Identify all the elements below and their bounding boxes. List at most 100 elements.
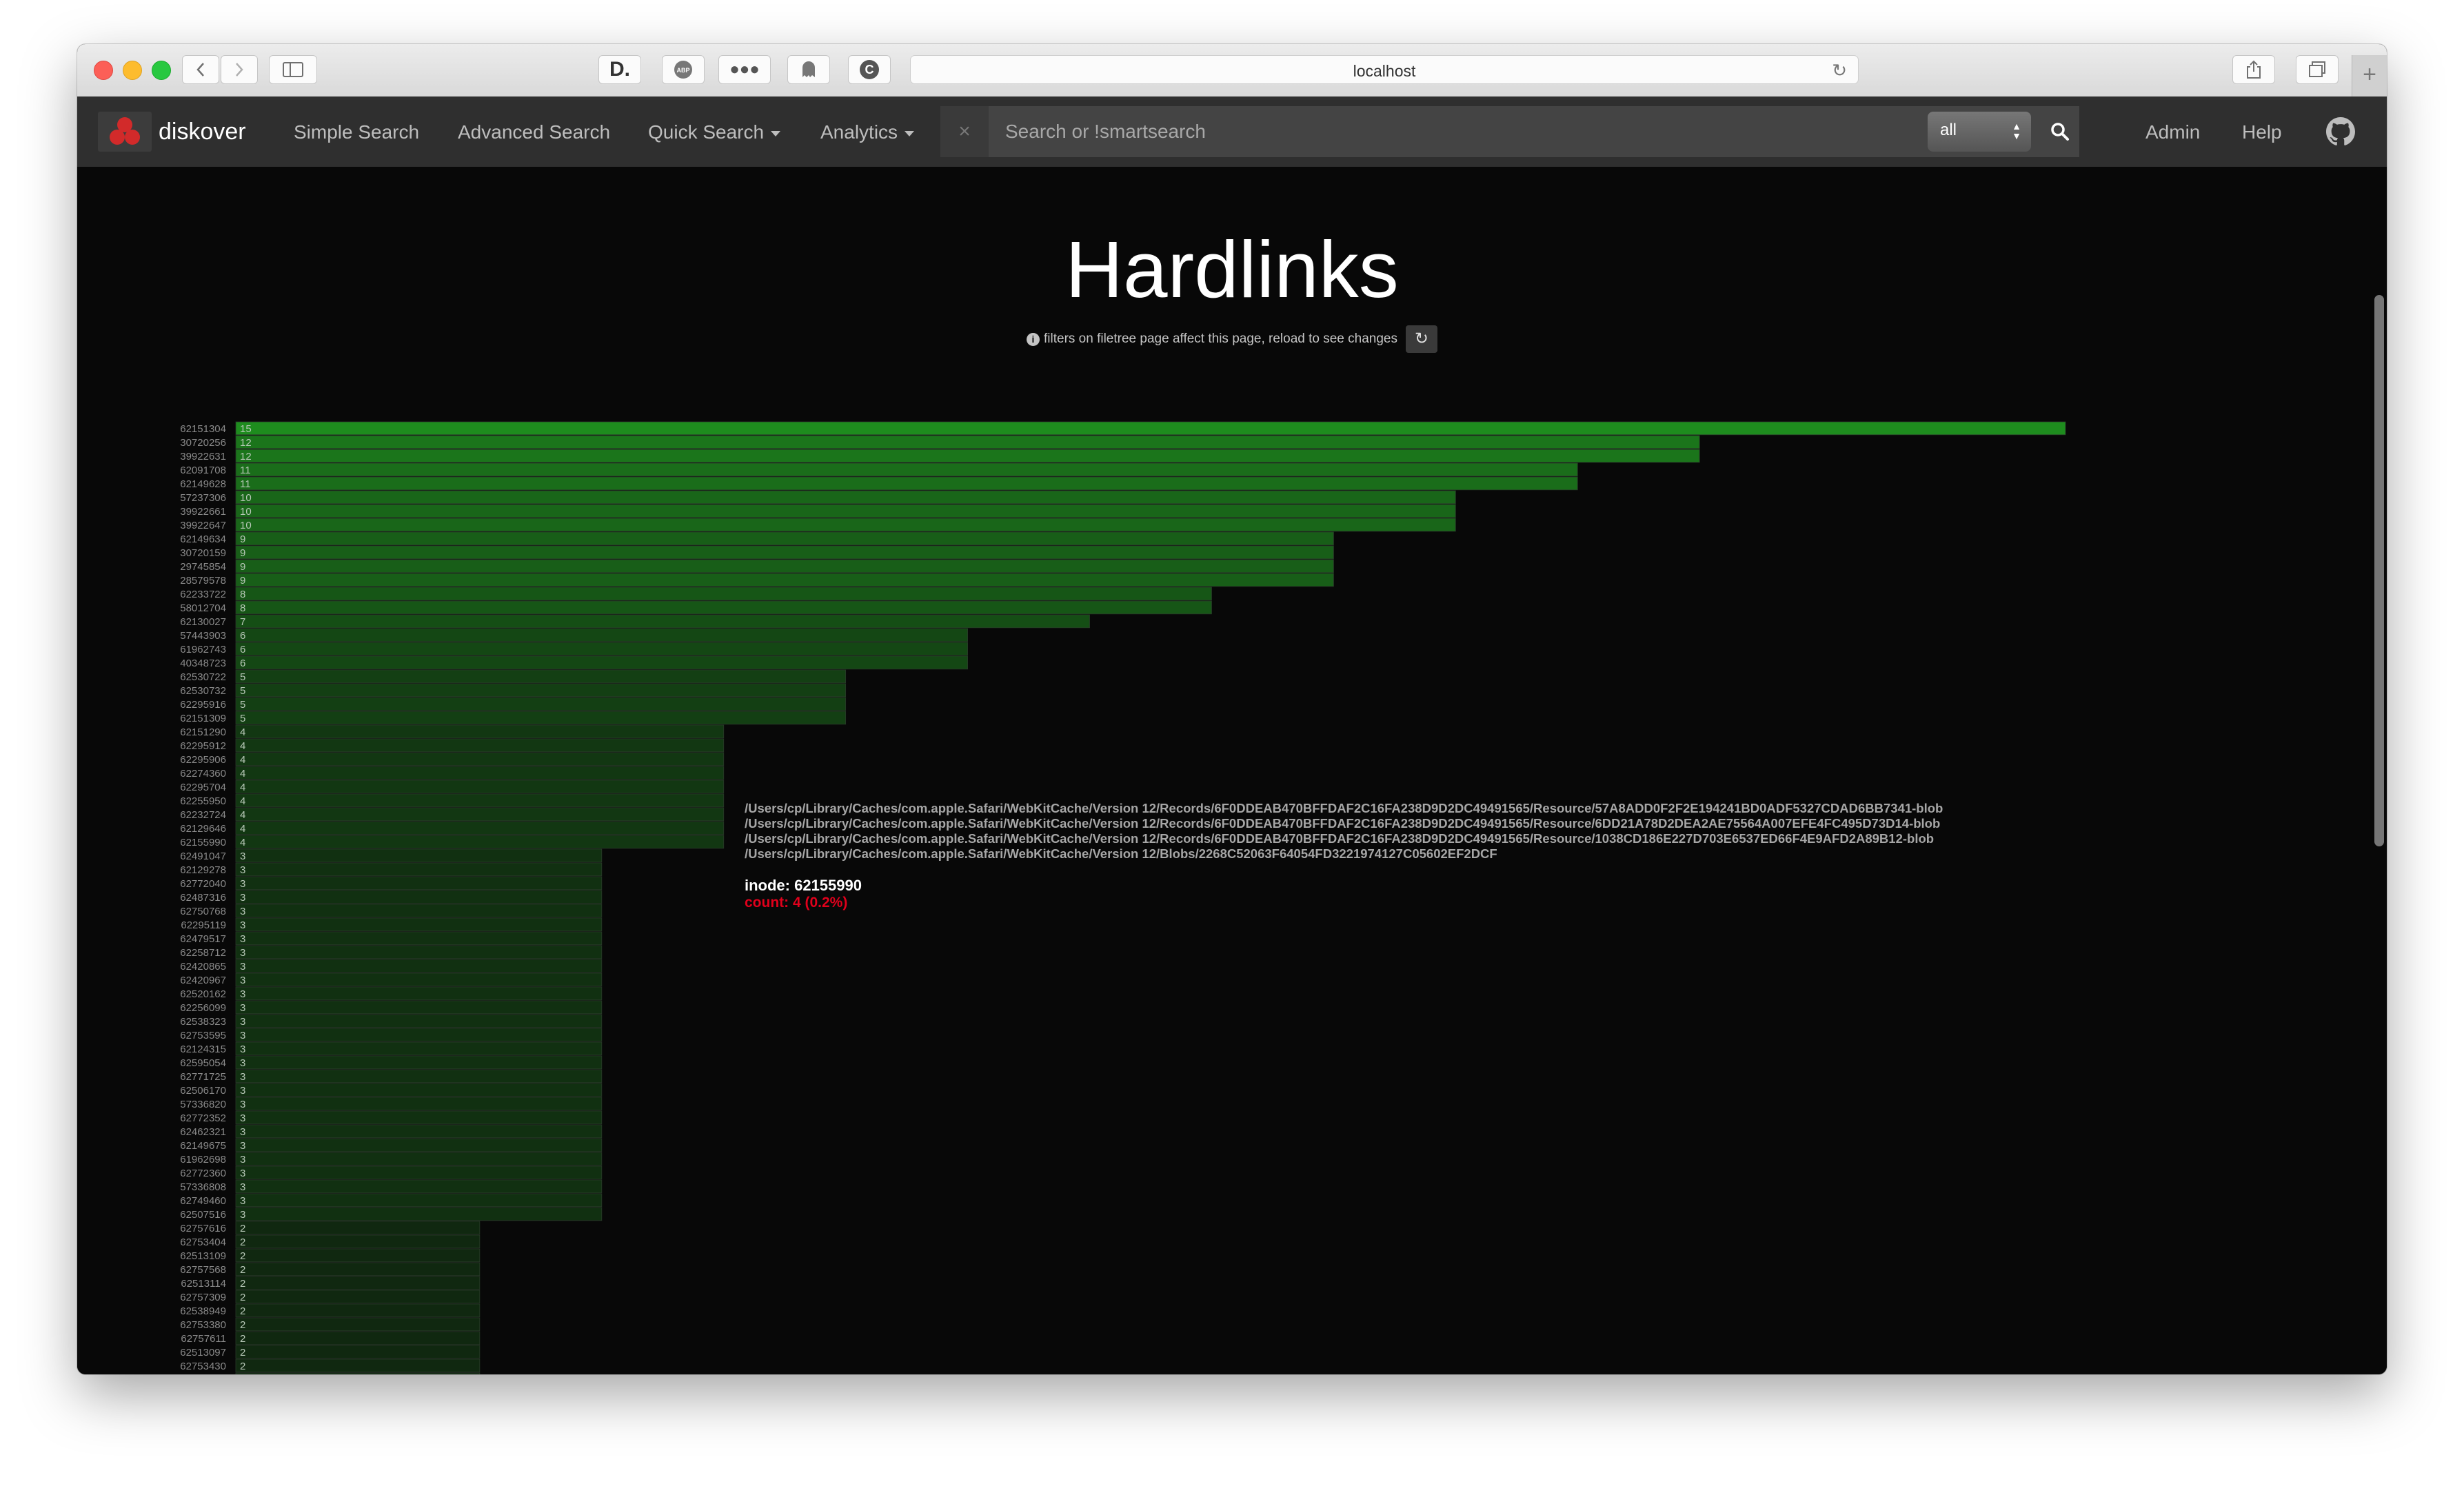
bar-62530732[interactable] [235,683,847,698]
bar-62513109[interactable] [235,1248,481,1263]
bar-62491147[interactable] [235,1372,481,1374]
bar-39922631[interactable] [235,449,1700,463]
bar-30720159[interactable] [235,545,1334,560]
brand[interactable]: diskover [98,112,246,152]
bar-62757568[interactable] [235,1262,481,1276]
bar-62520162[interactable] [235,986,603,1001]
bar-62295916[interactable] [235,697,847,711]
bar-62506170[interactable] [235,1083,603,1097]
bar-62530722[interactable] [235,669,847,684]
zoom-window-button[interactable] [152,61,171,80]
bar-62462321[interactable] [235,1124,603,1139]
nav-help[interactable]: Help [2242,121,2282,143]
nav-advanced-search[interactable]: Advanced Search [458,121,610,143]
page-scrollbar[interactable] [2374,295,2384,846]
bar-62757611[interactable] [235,1331,481,1345]
bar-58012704[interactable] [235,600,1212,615]
nav-admin[interactable]: Admin [2145,121,2200,143]
bar-62491047[interactable] [235,848,603,863]
bar-62129278[interactable] [235,862,603,877]
bar-57237306[interactable] [235,490,1456,505]
bar-62420967[interactable] [235,973,603,987]
bar-62749460[interactable] [235,1193,603,1208]
bar-62420865[interactable] [235,959,603,973]
bar-62295119[interactable] [235,917,603,932]
bar-62538323[interactable] [235,1014,603,1028]
dots-extension-button[interactable]: ●●● [718,55,771,84]
share-button[interactable] [2232,55,2275,84]
bar-62513114[interactable] [235,1276,481,1290]
adblock-plus-button[interactable]: ABP [662,55,705,84]
bar-61962743[interactable] [235,642,968,656]
bar-40348723[interactable] [235,655,968,670]
bar-62295912[interactable] [235,738,725,753]
back-button[interactable] [182,55,219,84]
bar-57336808[interactable] [235,1179,603,1194]
clear-search-button[interactable]: × [940,106,989,157]
bar-62753595[interactable] [235,1028,603,1042]
bar-62757309[interactable] [235,1290,481,1304]
bar-62487316[interactable] [235,890,603,904]
bar-62151304[interactable] [235,421,2066,436]
bar-62513097[interactable] [235,1345,481,1359]
bar-61962698[interactable] [235,1152,603,1166]
bar-62256099[interactable] [235,1000,603,1015]
search-button[interactable] [2041,106,2079,157]
sidebar-button[interactable] [269,55,317,84]
search-input[interactable] [989,106,1923,157]
bar-62753430[interactable] [235,1358,481,1373]
bar-62255950[interactable] [235,793,725,808]
nav-quick-search[interactable]: Quick Search [648,121,781,143]
c-extension-button[interactable]: C [848,55,891,84]
close-window-button[interactable] [94,61,113,80]
bar-62753404[interactable] [235,1234,481,1249]
bar-62753380[interactable] [235,1317,481,1332]
bar-62151290[interactable] [235,724,725,739]
nav-simple-search[interactable]: Simple Search [294,121,419,143]
bar-62772352[interactable] [235,1110,603,1125]
bar-62151309[interactable] [235,711,847,725]
bar-62129646[interactable] [235,821,725,835]
bar-39922661[interactable] [235,504,1456,518]
bar-62130027[interactable] [235,614,1090,629]
bar-29745854[interactable] [235,559,1334,573]
minimize-window-button[interactable] [123,61,142,80]
y-tick-label: 62149675 [180,1140,226,1152]
bar-62155990[interactable] [235,835,725,849]
forward-button[interactable] [221,55,258,84]
nav-analytics[interactable]: Analytics [820,121,915,143]
bar-62232724[interactable] [235,807,725,822]
disqus-extension-button[interactable]: D. [598,55,641,84]
address-bar[interactable]: localhost ↻ [910,55,1859,84]
ghostery-button[interactable] [787,55,830,84]
bar-62274360[interactable] [235,766,725,780]
bar-62149628[interactable] [235,476,1578,491]
bar-62091708[interactable] [235,462,1578,477]
bar-62772040[interactable] [235,876,603,890]
bar-62507516[interactable] [235,1207,603,1221]
bar-62149675[interactable] [235,1138,603,1152]
bar-30720256[interactable] [235,435,1700,449]
bar-62233722[interactable] [235,587,1212,601]
bar-62757616[interactable] [235,1221,481,1235]
bar-62750768[interactable] [235,904,603,918]
tabs-button[interactable] [2296,55,2339,84]
bar-62479517[interactable] [235,931,603,946]
reload-icon[interactable]: ↻ [1832,60,1847,81]
github-link[interactable] [2326,117,2355,150]
bar-62258712[interactable] [235,945,603,959]
new-tab-button[interactable]: + [2352,55,2387,96]
bar-62124315[interactable] [235,1041,603,1056]
bar-57336820[interactable] [235,1097,603,1111]
bar-62295704[interactable] [235,780,725,794]
bar-62538949[interactable] [235,1303,481,1318]
bar-39922647[interactable] [235,518,1456,532]
bar-28579578[interactable] [235,573,1334,587]
bar-57443903[interactable] [235,628,968,642]
bar-62771725[interactable] [235,1069,603,1083]
bar-62772360[interactable] [235,1166,603,1180]
index-select[interactable]: all ▲ ▼ [1928,112,2031,152]
bar-62595054[interactable] [235,1055,603,1070]
bar-62295906[interactable] [235,752,725,766]
bar-62149634[interactable] [235,531,1334,546]
